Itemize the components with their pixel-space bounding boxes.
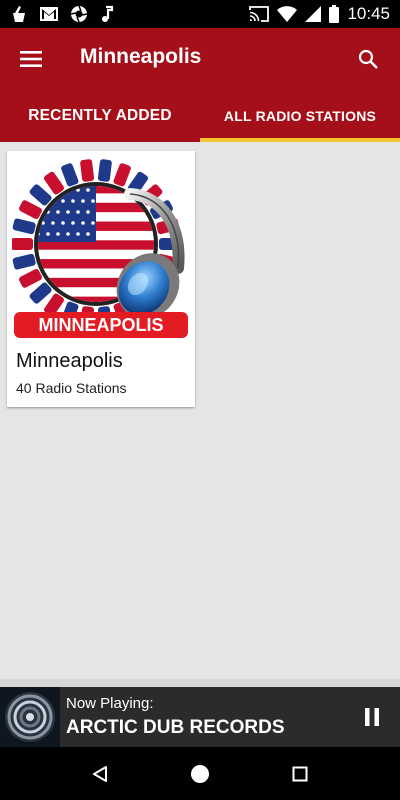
search-icon [358, 49, 378, 69]
page-title: Minneapolis [80, 45, 202, 68]
station-card-title: Minneapolis [16, 350, 123, 372]
cast-icon [249, 6, 270, 22]
system-icons: 10:45 [249, 4, 390, 24]
status-bar: 10:45 [0, 0, 400, 28]
player-divider [0, 679, 400, 687]
album-art-icon [0, 687, 60, 747]
wifi-icon [277, 6, 298, 22]
notification-icons [10, 5, 114, 23]
battery-icon [329, 5, 340, 23]
status-time: 10:45 [347, 4, 390, 23]
usa-flag-headphones-icon: MINNEAPOLIS [12, 159, 188, 338]
pause-icon [365, 708, 379, 726]
card-banner-text: MINNEAPOLIS [38, 315, 163, 335]
tab-all-radio-stations[interactable]: ALL RADIO STATIONS [200, 90, 400, 142]
now-playing-bar[interactable]: Now Playing: ARCTIC DUB RECORDS [0, 687, 400, 747]
shutter-icon [70, 5, 88, 23]
home-circle-icon [191, 765, 209, 783]
system-nav-bar [0, 747, 400, 800]
now-playing-station: ARCTIC DUB RECORDS [66, 717, 285, 738]
hamburger-menu-icon [20, 51, 42, 67]
back-triangle-icon [93, 766, 107, 782]
music-note-icon [102, 5, 114, 22]
signal-icon [305, 6, 322, 22]
clean-icon [13, 6, 25, 22]
menu-button[interactable] [14, 43, 48, 75]
station-card-subtitle: 40 Radio Stations [16, 380, 127, 396]
tab-bar: RECENTLY ADDED ALL RADIO STATIONS [0, 90, 400, 142]
search-button[interactable] [352, 43, 384, 75]
pause-button[interactable] [360, 705, 384, 729]
tab-recently-added[interactable]: RECENTLY ADDED [0, 90, 200, 142]
app-bar: Minneapolis [0, 28, 400, 90]
now-playing-label: Now Playing: [66, 695, 154, 712]
gmail-icon [40, 7, 58, 21]
recents-square-icon [292, 766, 308, 782]
nav-back-button[interactable] [86, 760, 114, 788]
nav-home-button[interactable] [186, 760, 214, 788]
station-card[interactable]: MINNEAPOLIS Minneapolis 40 Radio Station… [7, 151, 195, 407]
station-grid: MINNEAPOLIS Minneapolis 40 Radio Station… [0, 142, 400, 687]
nav-recents-button[interactable] [286, 760, 314, 788]
